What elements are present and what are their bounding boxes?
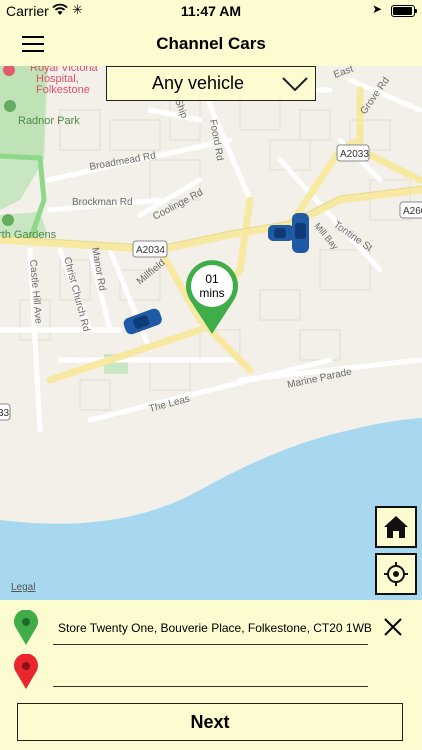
pickup-underline [53,644,368,645]
pickup-address: Store Twenty One, Bouverie Place, Folkes… [58,621,372,635]
map-label: The Leas [148,393,191,414]
home-button[interactable] [375,506,417,548]
car-marker-2 [268,225,294,241]
car-marker-3 [292,213,309,253]
vehicle-type-select[interactable]: Any vehicle [106,66,316,101]
pickup-pin-icon [14,610,38,645]
status-bar: Carrier ✳ 11:47 AM ➤ [0,0,422,22]
map-label: Radnor Park [18,115,80,127]
gardens-tree-icon [2,214,14,226]
vehicle-type-value: Any vehicle [151,73,245,93]
chevron-down-icon [275,76,315,91]
map-label: A260 [403,206,422,217]
map-label: Folkestone [36,84,90,96]
map-label: Millfield [135,257,168,287]
map-label: Christ Church Rd [61,256,91,333]
page-title: Channel Cars [156,34,266,53]
map-label: Tontine St [331,219,374,254]
map-label: A2033 [340,149,369,160]
clear-pickup-button[interactable] [384,618,406,640]
pickup-row[interactable]: Store Twenty One, Bouverie Place, Folkes… [0,604,422,648]
eta-pin[interactable]: 01 mins [186,260,238,334]
dropoff-pin-icon [14,654,38,689]
home-icon [384,516,408,538]
map-label: Broadmead Rd [89,150,157,173]
next-button[interactable]: Next [17,703,403,741]
map-label: Foord Rd [207,119,225,162]
legal-link[interactable]: Legal [11,582,35,593]
crosshair-icon [384,562,408,586]
map-view[interactable]: Royal Victoria Hospital, Folkestone Radn… [0,66,422,600]
map-label: 33 [0,408,10,419]
map-label: Manor Rd [89,247,107,292]
map-label: rth Gardens [0,229,57,241]
battery-icon [391,5,417,17]
close-icon [384,618,402,636]
nav-bar: Channel Cars [0,22,422,66]
map-label: Brockman Rd [72,197,133,208]
park-tree-icon [4,100,16,112]
locate-button[interactable] [375,553,417,595]
location-arrow-icon: ➤ [372,2,383,16]
eta-value: 01 [205,272,219,286]
map-canvas[interactable]: Royal Victoria Hospital, Folkestone Radn… [0,66,422,600]
map-label: Castle Hill Ave [27,259,44,324]
status-time: 11:47 AM [180,3,242,19]
eta-unit: mins [199,286,224,300]
dropoff-underline [53,686,368,687]
map-label: A2034 [136,245,165,256]
